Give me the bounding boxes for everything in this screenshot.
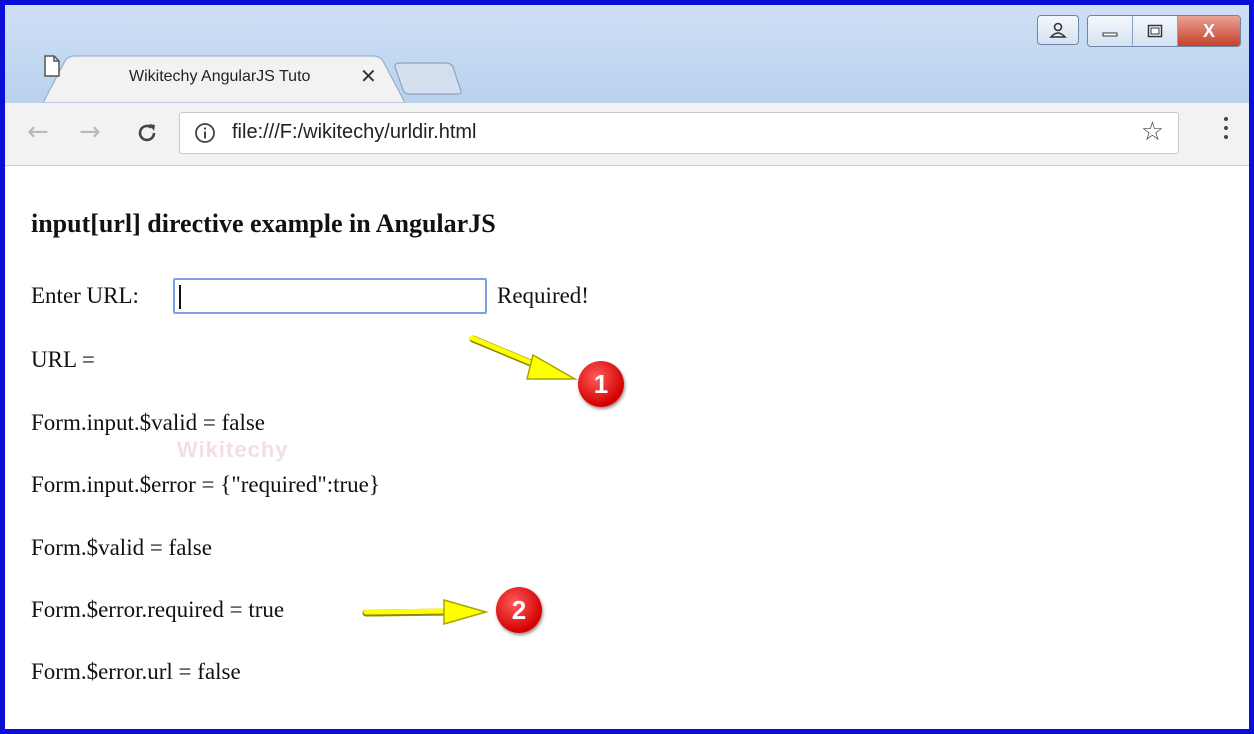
arrow-2-icon <box>362 599 489 625</box>
new-tab-button[interactable] <box>393 61 463 95</box>
tab-close-icon[interactable]: ✕ <box>360 64 377 89</box>
kebab-menu-icon[interactable] <box>1223 117 1229 147</box>
enter-url-label: Enter URL: <box>31 283 139 308</box>
title-bar: Wikitechy AngularJS Tuto ✕ X <box>5 5 1249 103</box>
browser-window: Wikitechy AngularJS Tuto ✕ X ← → file://… <box>0 0 1254 734</box>
url-input[interactable] <box>173 278 487 314</box>
star-icon[interactable]: ☆ <box>1141 117 1164 147</box>
forward-arrow-icon[interactable]: → <box>79 117 101 147</box>
url-text: file:///F:/wikitechy/urldir.html <box>232 121 477 143</box>
maximize-icon[interactable] <box>1133 16 1178 46</box>
input-error-output: Form.input.$error = {"required":true} <box>31 472 380 497</box>
reload-icon[interactable] <box>135 121 159 145</box>
back-arrow-icon[interactable]: ← <box>27 117 49 147</box>
address-bar[interactable]: file:///F:/wikitechy/urldir.html ☆ <box>179 112 1179 154</box>
url-output: URL = <box>31 347 95 372</box>
info-icon[interactable] <box>194 122 216 144</box>
browser-toolbar: ← → file:///F:/wikitechy/urldir.html ☆ <box>5 103 1249 166</box>
annotation-badge-2: 2 <box>496 587 542 633</box>
minimize-icon[interactable] <box>1088 16 1133 46</box>
input-valid-output: Form.input.$valid = false <box>31 410 265 435</box>
text-caret <box>179 285 181 309</box>
page-icon <box>44 55 60 77</box>
form-valid-output: Form.$valid = false <box>31 535 212 560</box>
arrow-1-icon <box>469 335 578 380</box>
tab-active[interactable]: Wikitechy AngularJS Tuto ✕ <box>43 55 405 103</box>
required-message: Required! <box>497 283 589 308</box>
close-icon[interactable]: X <box>1178 16 1240 46</box>
window-buttons: X <box>1087 15 1241 47</box>
wikitechy-watermark: Wikitechy <box>177 437 289 462</box>
error-required-output: Form.$error.required = true <box>31 597 285 622</box>
page-title: input[url] directive example in AngularJ… <box>31 209 496 238</box>
page-content: input[url] directive example in AngularJ… <box>27 165 1249 729</box>
user-icon[interactable] <box>1037 15 1079 45</box>
error-url-output: Form.$error.url = false <box>31 659 241 684</box>
annotation-badge-1: 1 <box>578 361 624 407</box>
tab-title: Wikitechy AngularJS Tuto <box>129 68 311 85</box>
window-controls: X <box>1037 15 1241 47</box>
